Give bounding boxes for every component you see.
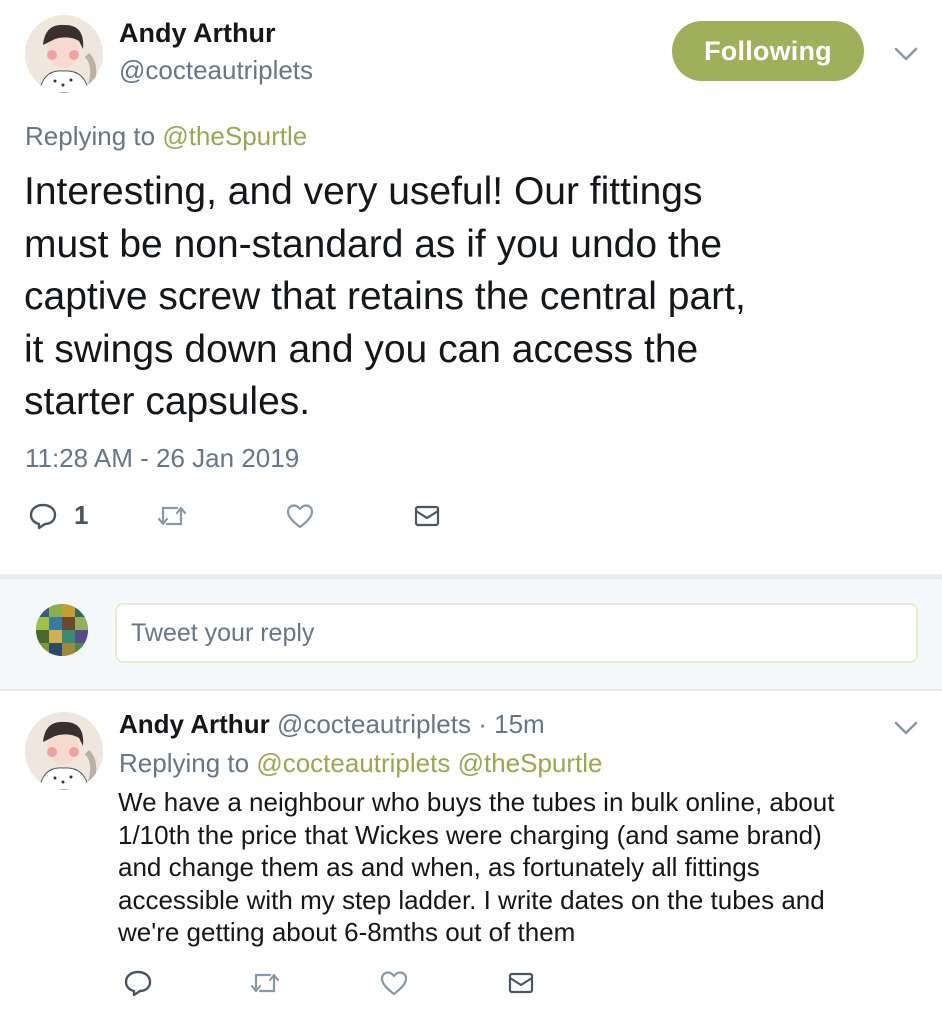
reply-icon[interactable] bbox=[123, 969, 153, 997]
replying-handle-link[interactable]: @theSpurtle bbox=[458, 748, 603, 778]
reply-text-line: 1/10th the price that Wickes were chargi… bbox=[118, 819, 822, 850]
reply-text-line: we're getting about 6-8mths out of them bbox=[118, 917, 576, 947]
tweet-text-line: captive screw that retains the central p… bbox=[24, 275, 746, 318]
reply-text: We have a neighbour who buys the tubes i… bbox=[118, 786, 834, 949]
tweet-text: Interesting, and very useful! Our fittin… bbox=[24, 166, 746, 429]
avatar-illustration bbox=[25, 15, 103, 93]
divider bbox=[0, 689, 942, 691]
retweet-icon[interactable] bbox=[155, 503, 189, 529]
replying-handle-link[interactable]: @theSpurtle bbox=[162, 121, 307, 151]
replying-to-line: Replying to @theSpurtle bbox=[25, 121, 307, 152]
avatar-illustration bbox=[25, 712, 103, 790]
tweet-text-line: Interesting, and very useful! Our fittin… bbox=[24, 170, 703, 213]
tweet-text-line: starter capsules. bbox=[24, 380, 311, 423]
author-avatar[interactable] bbox=[25, 15, 103, 93]
reply-author-handle[interactable]: @cocteautriplets bbox=[277, 709, 471, 739]
mosaic-avatar-image bbox=[36, 604, 88, 656]
reply-input-placeholder: Tweet your reply bbox=[131, 618, 315, 647]
reply-text-line: We have a neighbour who buys the tubes i… bbox=[118, 787, 835, 817]
reply-icon[interactable] bbox=[28, 502, 58, 530]
tweet-text-line: it swings down and you can access the bbox=[24, 327, 699, 371]
tweet-timestamp[interactable]: 11:28 AM - 26 Jan 2019 bbox=[25, 443, 299, 474]
reply-header: Andy Arthur @cocteautriplets · 15m bbox=[119, 709, 545, 740]
reply-count: 1 bbox=[74, 500, 89, 530]
reply-input[interactable]: Tweet your reply bbox=[115, 603, 918, 663]
author-name[interactable]: Andy Arthur bbox=[119, 18, 276, 49]
reply-text-line: and change them as and when, as fortunat… bbox=[118, 852, 760, 882]
chevron-down-icon[interactable] bbox=[892, 45, 920, 63]
dm-icon[interactable] bbox=[413, 503, 441, 529]
reply-time[interactable]: 15m bbox=[494, 709, 545, 739]
author-handle[interactable]: @cocteautriplets bbox=[119, 55, 313, 86]
reply-replying-to-line: Replying to @cocteautriplets @theSpurtle bbox=[119, 748, 603, 779]
replying-handle-link[interactable]: @cocteautriplets bbox=[256, 748, 450, 778]
dm-icon[interactable] bbox=[507, 970, 535, 996]
following-button[interactable]: Following bbox=[672, 21, 864, 81]
tweet-text-line: must be non-standard as if you undo the bbox=[24, 222, 723, 266]
chevron-down-icon[interactable] bbox=[892, 719, 920, 737]
like-icon[interactable] bbox=[285, 502, 315, 530]
header-separator: · bbox=[478, 709, 487, 739]
reply-author-name[interactable]: Andy Arthur bbox=[119, 709, 270, 739]
reply-author-avatar[interactable] bbox=[25, 712, 103, 790]
replying-prefix: Replying to bbox=[25, 121, 156, 151]
retweet-icon[interactable] bbox=[248, 970, 282, 996]
replying-prefix: Replying to bbox=[119, 748, 250, 778]
current-user-avatar bbox=[36, 604, 88, 656]
like-icon[interactable] bbox=[379, 969, 409, 997]
reply-text-line: accessible with my step ladder. I write … bbox=[118, 884, 825, 915]
